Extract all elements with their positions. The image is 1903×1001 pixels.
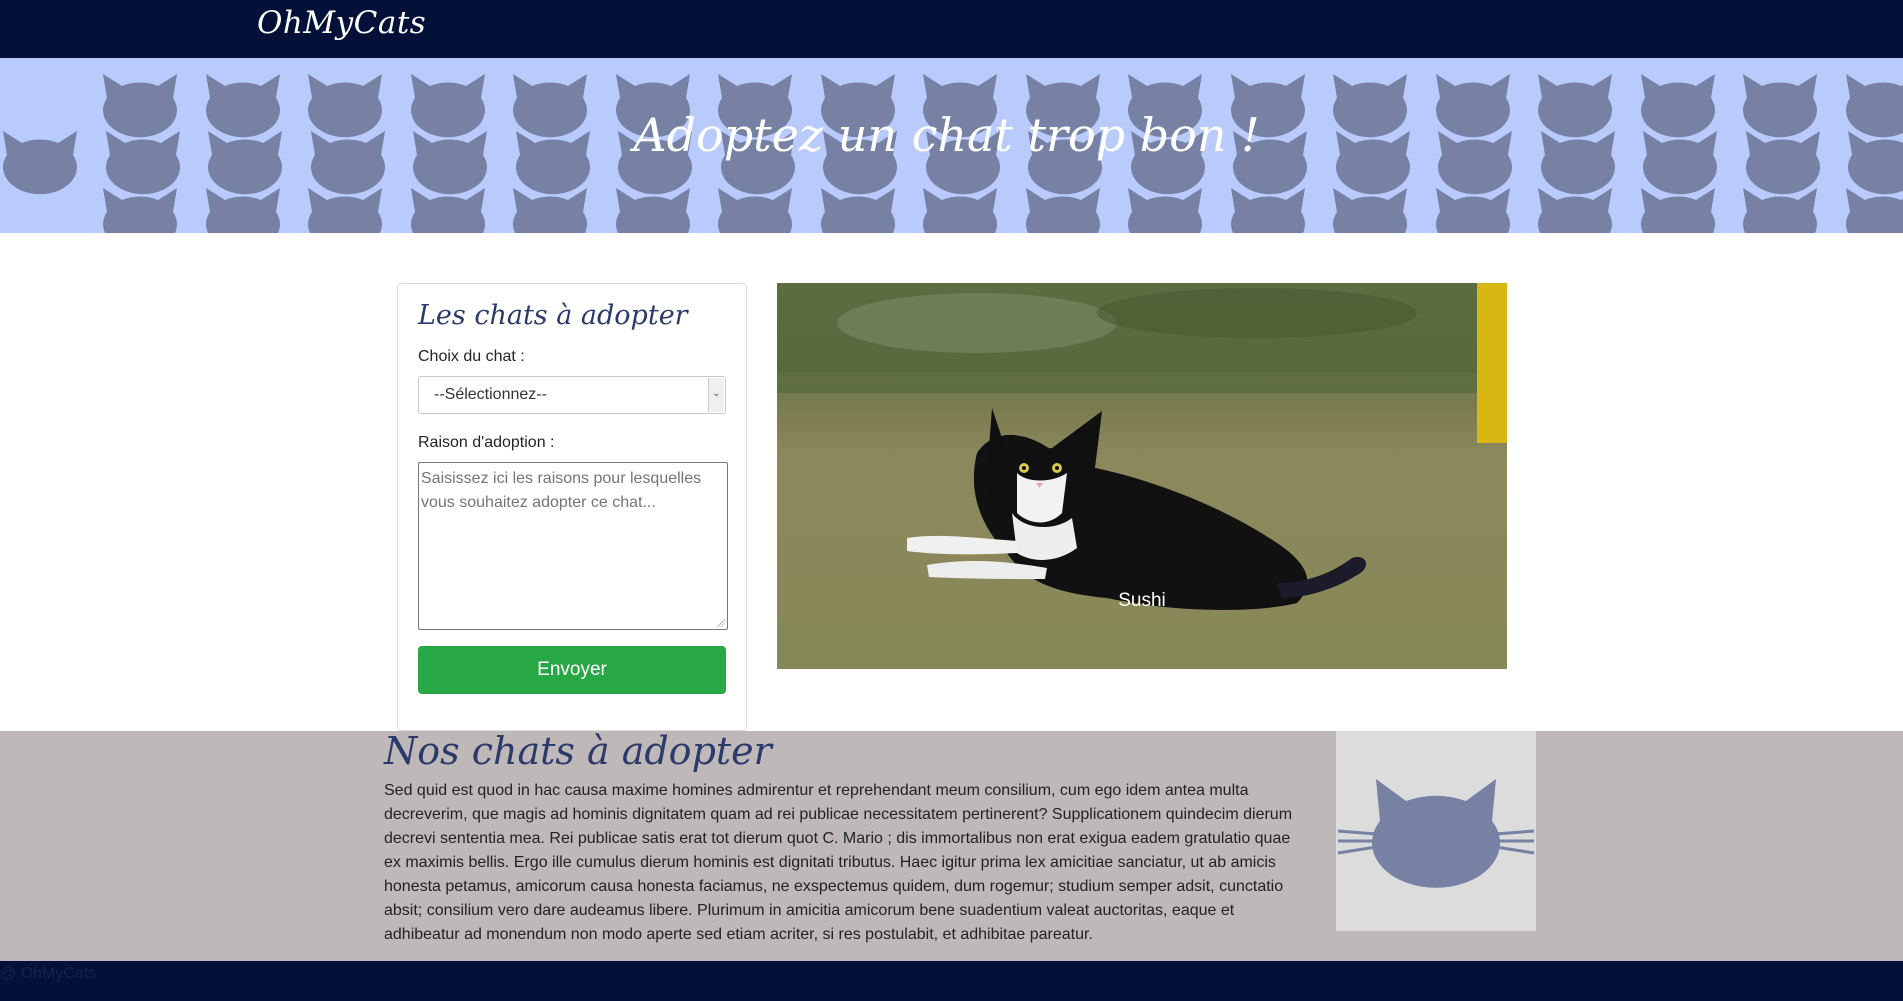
cat-choice-label: Choix du chat : <box>418 348 525 365</box>
adoption-form-card: Les chats à adopter Choix du chat : --Sé… <box>397 283 747 731</box>
brand-logo[interactable]: OhMyCats <box>257 5 426 41</box>
hero-title: Adoptez un chat trop bon ! <box>633 108 1260 162</box>
carousel-caption: Sushi <box>1118 590 1166 611</box>
submit-button[interactable]: Envoyer <box>418 646 726 694</box>
footer: @ OhMyCats <box>0 961 1903 1001</box>
reason-textarea[interactable]: Saisissez ici les raisons pour lesquelle… <box>418 462 728 630</box>
cat-carousel[interactable]: Sushi <box>777 283 1507 669</box>
cat-face-illustration <box>1336 731 1536 931</box>
top-navbar: OhMyCats <box>0 0 1903 58</box>
reason-placeholder: Saisissez ici les raisons pour lesquelle… <box>421 470 702 511</box>
cat-face-icon <box>1337 779 1535 888</box>
chevron-down-icon: ⌄ <box>708 378 724 412</box>
reason-label: Raison d'adoption : <box>418 434 555 451</box>
about-title: Nos chats à adopter <box>384 729 772 773</box>
about-section: Nos chats à adopter Sed quid est quod in… <box>0 729 1903 961</box>
footer-text: @ OhMyCats <box>0 965 97 982</box>
cat-choice-selected: --Sélectionnez-- <box>434 386 547 403</box>
about-text: Sed quid est quod in hac causa maxime ho… <box>384 782 1293 943</box>
resize-handle-icon[interactable] <box>717 619 725 627</box>
hero-banner: Adoptez un chat trop bon ! <box>0 58 1903 233</box>
cat-choice-select[interactable]: --Sélectionnez-- ⌄ <box>418 376 726 414</box>
form-title: Les chats à adopter <box>418 300 688 331</box>
